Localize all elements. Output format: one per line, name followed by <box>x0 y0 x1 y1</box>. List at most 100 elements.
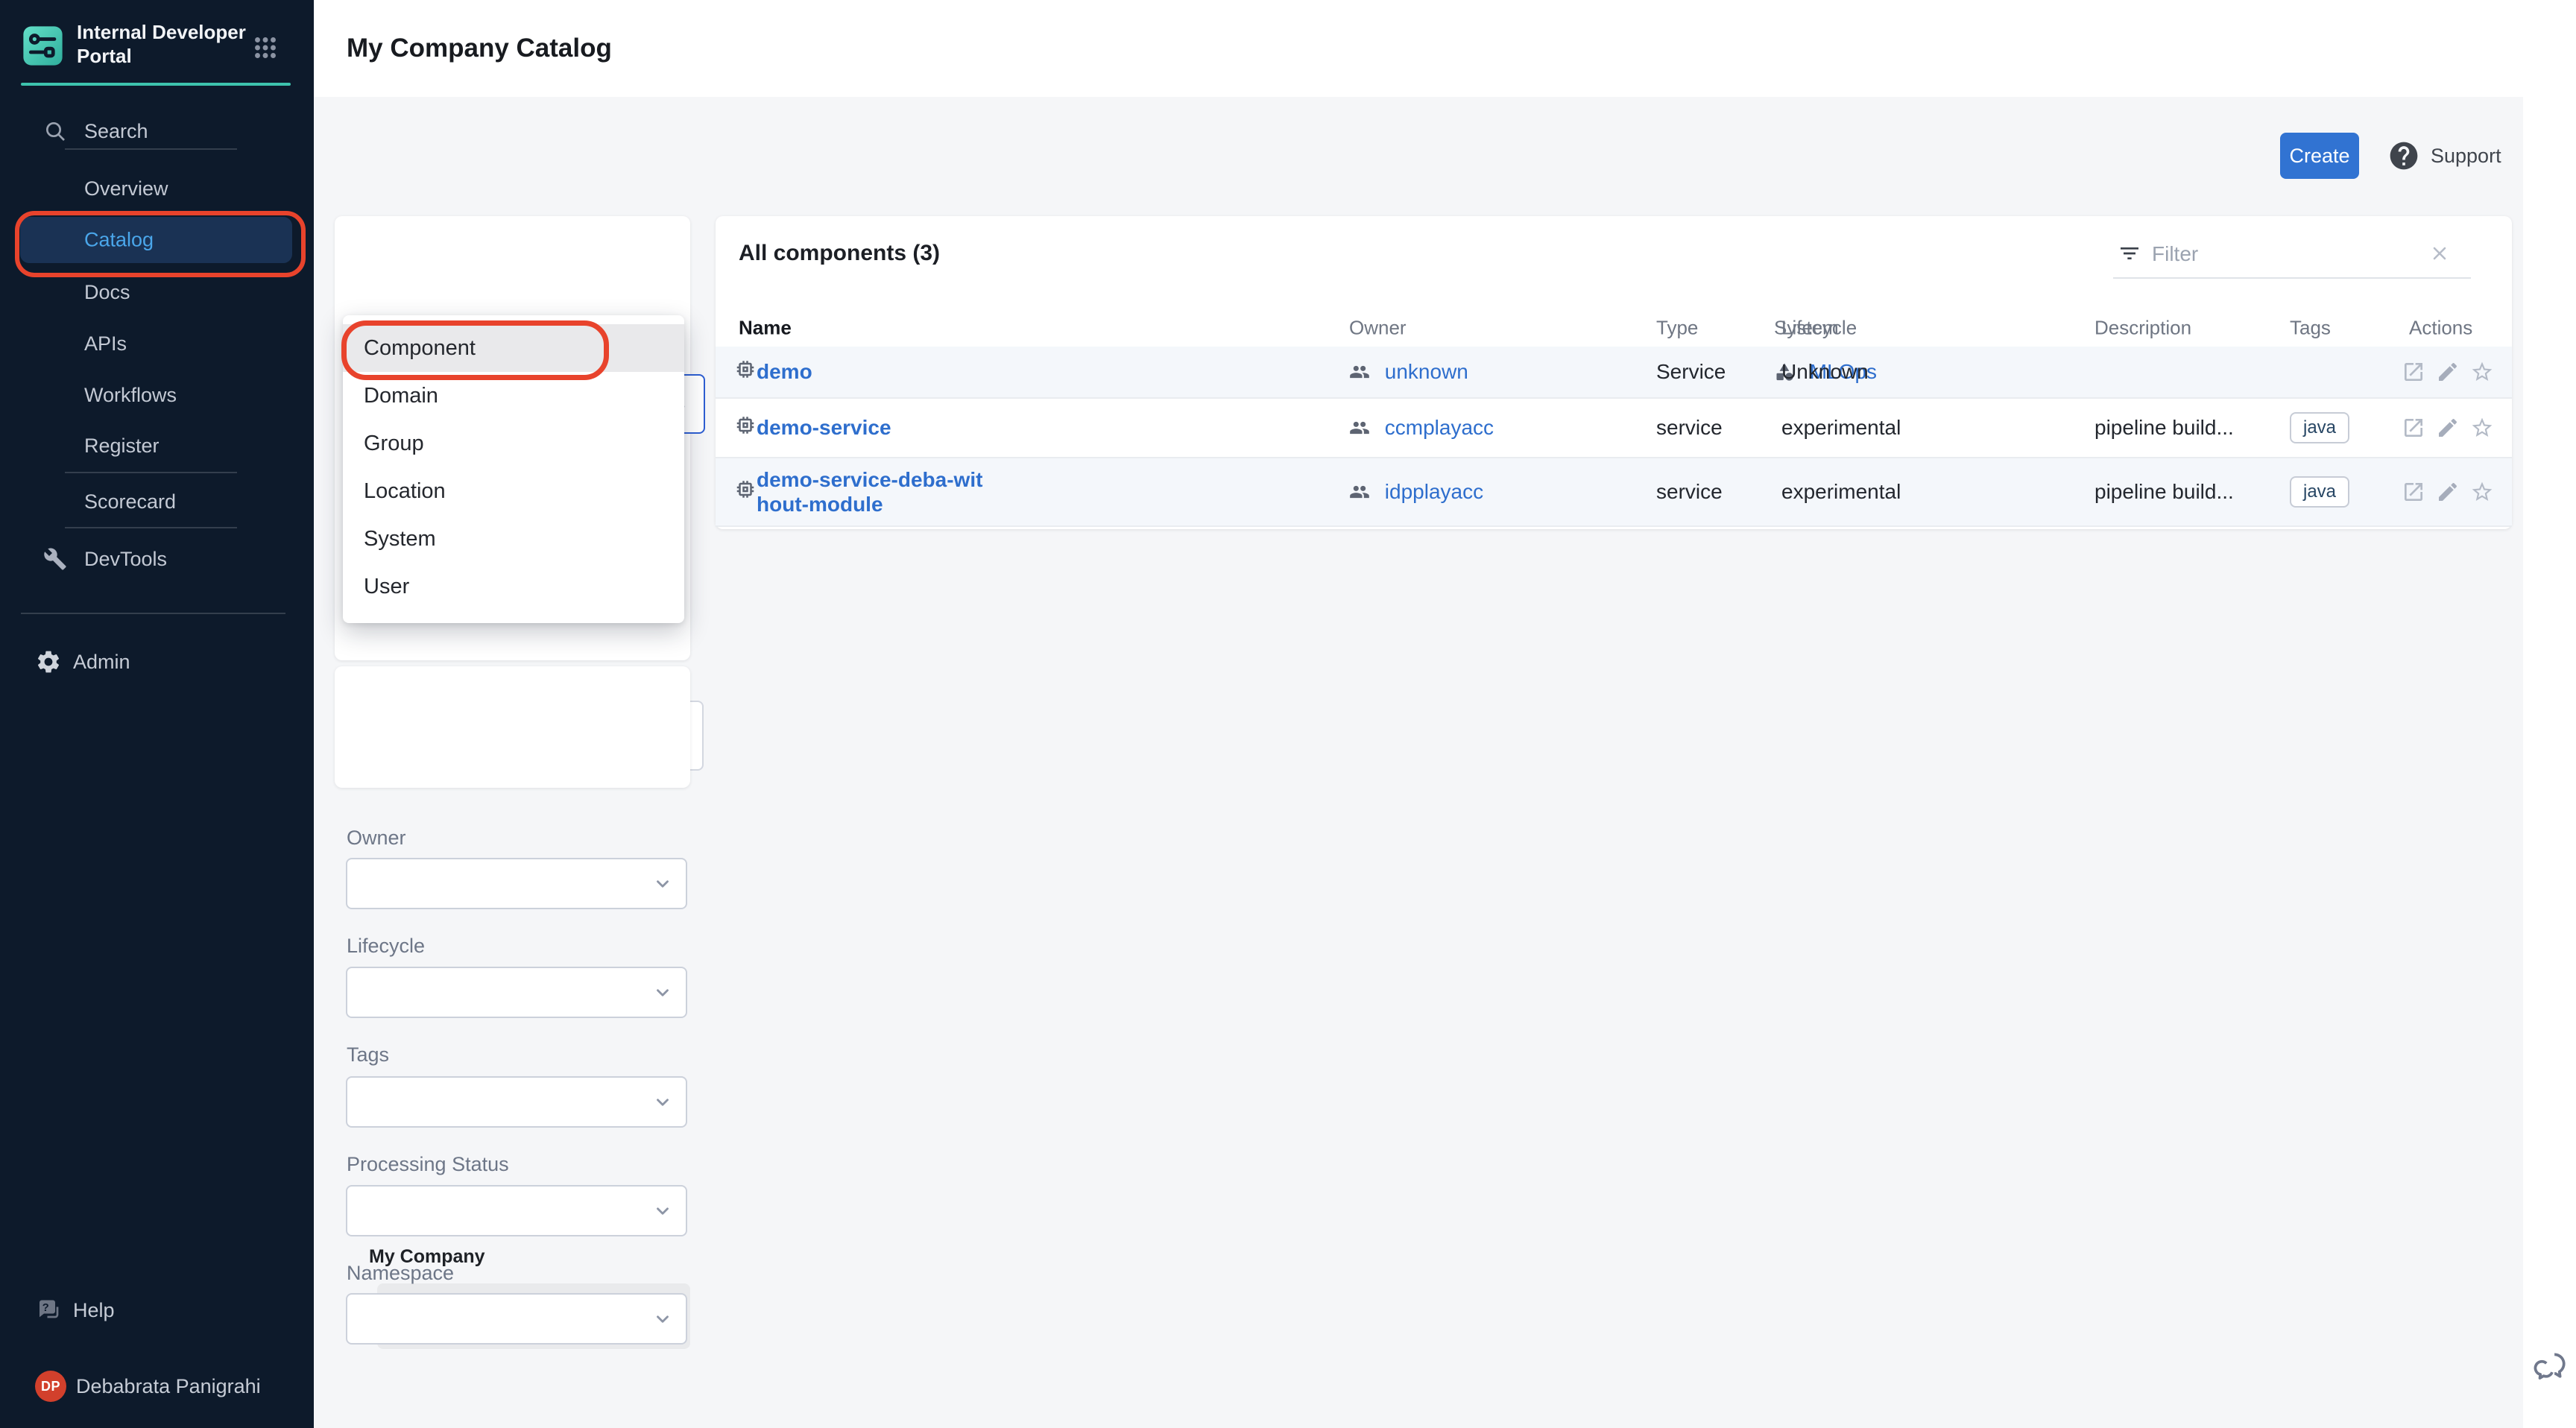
support-label: Support <box>2431 145 2501 168</box>
column-header-description[interactable]: Description <box>2094 317 2191 340</box>
open-in-new-icon[interactable] <box>2402 360 2425 384</box>
lifecycle-cell: Unknown <box>1781 360 1869 384</box>
open-in-new-icon[interactable] <box>2402 480 2425 504</box>
column-header-name[interactable]: Name <box>739 317 792 340</box>
option-label: Domain <box>364 384 438 408</box>
owner-link[interactable]: idpplayacc <box>1385 480 1483 503</box>
component-chip-icon <box>734 358 757 386</box>
owner-link[interactable]: unknown <box>1385 360 1468 383</box>
chevron-down-icon <box>653 1201 672 1221</box>
sidebar-item-help[interactable]: ? Help <box>0 1289 314 1331</box>
option-label: System <box>364 527 436 552</box>
tags-filter-label: Tags <box>347 1043 389 1067</box>
sidebar-item-apis[interactable]: APIs <box>0 323 314 364</box>
type-cell: service <box>1656 480 1723 504</box>
column-header-actions[interactable]: Actions <box>2409 317 2472 340</box>
page-header: My Company Catalog <box>314 0 2576 97</box>
filter-icon <box>2118 241 2141 265</box>
sidebar-item-register[interactable]: Register <box>0 425 314 467</box>
row-actions <box>2402 480 2494 504</box>
sidebar-item-search[interactable]: Search <box>0 110 314 152</box>
sidebar-item-scorecard[interactable]: Scorecard <box>0 481 314 522</box>
column-header-owner[interactable]: Owner <box>1349 317 1407 340</box>
sidebar-item-label: Catalog <box>84 229 154 252</box>
svg-text:?: ? <box>42 1301 49 1314</box>
table-row: demo MLOps unknown Service Unknown <box>716 347 2512 399</box>
sidebar-item-label: Admin <box>73 651 130 674</box>
sidebar-item-overview[interactable]: Overview <box>0 168 314 209</box>
question-circle-icon <box>2387 139 2420 172</box>
group-icon <box>1349 361 1370 382</box>
gear-icon <box>35 648 62 675</box>
namespace-filter-label: Namespace <box>347 1262 454 1285</box>
option-label: Group <box>364 432 424 456</box>
open-in-new-icon[interactable] <box>2402 416 2425 440</box>
description-cell: pipeline build... <box>2094 480 2234 504</box>
app-grid-icon[interactable] <box>252 34 279 61</box>
app-root: Internal Developer Portal Search Overvie… <box>0 0 2576 1428</box>
sidebar-item-devtools[interactable]: DevTools <box>0 538 314 580</box>
close-icon[interactable] <box>2429 243 2450 264</box>
kind-option-domain[interactable]: Domain <box>343 372 684 420</box>
option-label: Location <box>364 479 446 504</box>
owner-link[interactable]: ccmplayacc <box>1385 416 1494 439</box>
type-cell: Service <box>1656 360 1726 384</box>
edit-pencil-icon[interactable] <box>2436 360 2460 384</box>
star-icon[interactable] <box>2470 416 2494 440</box>
content-area: Create Support Kind Component Component … <box>314 97 2523 1428</box>
sidebar-header-divider <box>21 83 291 86</box>
sidebar-item-label: Docs <box>84 281 130 304</box>
description-cell: pipeline build... <box>2094 416 2234 440</box>
sidebar-item-label: Workflows <box>84 384 177 407</box>
owner-cell: unknown <box>1349 360 1468 384</box>
entity-link[interactable]: demo <box>757 360 812 383</box>
support-button[interactable]: Support <box>2387 136 2501 176</box>
table-title: All components (3) <box>739 241 940 266</box>
column-header-tags[interactable]: Tags <box>2290 317 2331 340</box>
group-icon <box>1349 481 1370 502</box>
column-header-lifecycle[interactable]: Lifecycle <box>1781 317 1857 340</box>
help-chat-icon: ? <box>35 1297 62 1324</box>
portal-logo-icon <box>22 25 64 67</box>
owner-select[interactable] <box>346 858 687 909</box>
sidebar-item-catalog[interactable]: Catalog <box>20 217 292 263</box>
component-chip-icon <box>734 478 757 506</box>
kind-option-location[interactable]: Location <box>343 467 684 515</box>
kind-option-user[interactable]: User <box>343 563 684 610</box>
option-label: User <box>364 575 409 599</box>
right-gutter <box>2523 97 2576 1428</box>
brand-title: Internal Developer Portal <box>77 20 248 68</box>
create-button[interactable]: Create <box>2280 133 2359 179</box>
lifecycle-select[interactable] <box>346 967 687 1018</box>
owner-filter-label: Owner <box>347 827 406 850</box>
namespace-select[interactable] <box>346 1293 687 1345</box>
row-actions <box>2402 360 2494 384</box>
tags-select[interactable] <box>346 1076 687 1128</box>
option-label: Component <box>364 336 476 361</box>
kind-option-system[interactable]: System <box>343 515 684 563</box>
star-icon[interactable] <box>2470 360 2494 384</box>
kind-option-component[interactable]: Component <box>343 324 684 372</box>
sidebar-item-admin[interactable]: Admin <box>0 641 314 683</box>
entity-link[interactable]: demo-service-deba-without-module <box>757 467 986 516</box>
sidebar-item-docs[interactable]: Docs <box>0 271 314 313</box>
tag-chip[interactable]: java <box>2290 476 2349 508</box>
sidebar-user[interactable]: DP Debabrata Panigrahi <box>0 1365 314 1407</box>
entity-link[interactable]: demo-service <box>757 416 891 439</box>
table-row: demo-service ccmplayacc service experime… <box>716 399 2512 458</box>
kind-option-group[interactable]: Group <box>343 420 684 467</box>
processing-status-select[interactable] <box>346 1185 687 1236</box>
my-company-card: My Company All 3 <box>335 666 690 788</box>
sidebar-item-workflows[interactable]: Workflows <box>0 374 314 416</box>
type-cell: service <box>1656 416 1723 440</box>
star-icon[interactable] <box>2470 480 2494 504</box>
chat-bubbles-icon[interactable] <box>2534 1348 2571 1385</box>
sidebar-divider <box>65 472 237 473</box>
edit-pencil-icon[interactable] <box>2436 416 2460 440</box>
edit-pencil-icon[interactable] <box>2436 480 2460 504</box>
table-filter-input[interactable]: Filter <box>2113 231 2471 279</box>
table-header-row: Name System Owner Type Lifecycle Descrip… <box>716 309 2512 348</box>
tag-chip[interactable]: java <box>2290 412 2349 443</box>
avatar: DP <box>35 1371 66 1402</box>
column-header-type[interactable]: Type <box>1656 317 1698 340</box>
